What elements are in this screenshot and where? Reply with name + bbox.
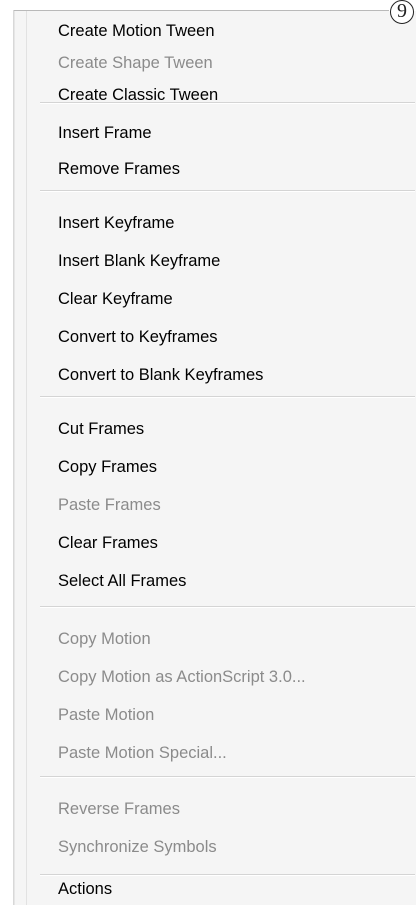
menu-separator (40, 190, 415, 192)
menu-item-create-classic-tween[interactable]: Create Classic Tween (58, 82, 218, 108)
menu-separator (40, 776, 415, 778)
menu-item-remove-frames[interactable]: Remove Frames (58, 156, 180, 182)
menu-item-synchronize-symbols[interactable]: Synchronize Symbols (58, 834, 217, 860)
menu-item-copy-frames[interactable]: Copy Frames (58, 454, 157, 480)
menu-item-insert-blank-keyframe[interactable]: Insert Blank Keyframe (58, 248, 220, 274)
menu-item-copy-motion-as-actionscript[interactable]: Copy Motion as ActionScript 3.0... (58, 664, 306, 690)
menu-separator (40, 606, 415, 608)
menu-item-paste-motion-special[interactable]: Paste Motion Special... (58, 740, 227, 766)
menu-item-create-shape-tween[interactable]: Create Shape Tween (58, 50, 213, 76)
menu-item-clear-frames[interactable]: Clear Frames (58, 530, 158, 556)
menu-items: Create Motion Tween Create Shape Tween C… (0, 0, 416, 905)
menu-item-convert-to-blank-keyframes[interactable]: Convert to Blank Keyframes (58, 362, 263, 388)
menu-item-copy-motion[interactable]: Copy Motion (58, 626, 151, 652)
menu-item-reverse-frames[interactable]: Reverse Frames (58, 796, 180, 822)
menu-item-insert-keyframe[interactable]: Insert Keyframe (58, 210, 174, 236)
menu-item-actions[interactable]: Actions (58, 876, 112, 902)
menu-item-cut-frames[interactable]: Cut Frames (58, 416, 144, 442)
menu-item-convert-to-keyframes[interactable]: Convert to Keyframes (58, 324, 218, 350)
menu-separator (40, 874, 415, 876)
menu-item-insert-frame[interactable]: Insert Frame (58, 120, 152, 146)
menu-item-clear-keyframe[interactable]: Clear Keyframe (58, 286, 173, 312)
menu-item-select-all-frames[interactable]: Select All Frames (58, 568, 186, 594)
menu-separator (40, 102, 415, 104)
menu-item-paste-frames[interactable]: Paste Frames (58, 492, 161, 518)
menu-item-paste-motion[interactable]: Paste Motion (58, 702, 154, 728)
menu-separator (40, 396, 415, 398)
menu-item-create-motion-tween[interactable]: Create Motion Tween (58, 18, 215, 44)
